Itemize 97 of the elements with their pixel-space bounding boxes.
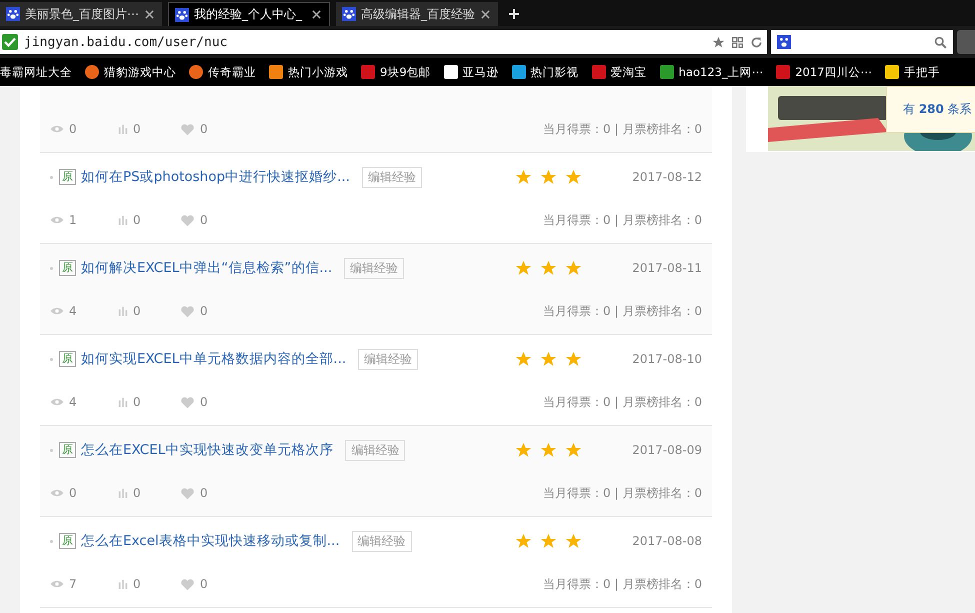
bookmark-item[interactable]: 猎豹游戏中心 [84,64,176,80]
eye-icon [50,306,64,316]
close-icon[interactable] [481,10,490,18]
read-count: 0 [133,486,142,500]
bar-chart-icon [118,306,128,316]
eye-icon [50,488,64,498]
bookmark-icon [84,64,100,80]
view-count: 4 [69,304,78,318]
bookmark-item[interactable]: 毒霸网址大全 [0,64,72,80]
close-icon[interactable] [145,10,154,18]
browser-tab[interactable]: 我的经验_个人中心_ [168,2,330,26]
heart-icon [180,304,195,318]
bookmark-item[interactable]: 9块9包邮 [360,64,431,80]
vote-summary: 当月得票：0 | 月票榜排名：0 [543,302,702,320]
original-badge: 原 [59,169,76,185]
bar-chart-icon [118,215,128,225]
view-count: 0 [69,122,78,136]
date-text: 2017-08-08 [632,534,702,548]
view-count: 1 [69,213,78,227]
refresh-icon[interactable] [750,36,763,48]
vote-summary: 当月得票：0 | 月票榜排名：0 [543,120,702,138]
bookmark-item[interactable]: 爱淘宝 [590,64,647,80]
vote-summary: 当月得票：0 | 月票榜排名：0 [543,576,702,592]
bookmark-item[interactable]: 手把手 [884,64,940,80]
date-text: 2017-08-12 [632,170,702,184]
date-text: 2017-08-10 [632,352,702,366]
bookmark-item[interactable]: 传奇霸业 [188,64,256,80]
bar-chart-icon [118,488,128,498]
check-icon [2,34,18,50]
like-count: 0 [200,577,209,591]
view-count: 0 [69,486,78,500]
original-badge: 原 [59,351,76,367]
new-tab-icon[interactable] [508,8,520,20]
view-count: 4 [69,395,78,409]
original-badge: 原 [59,260,76,276]
original-badge: 原 [59,442,76,458]
bookmark-icon [442,64,459,80]
bookmark-item[interactable]: 亚马逊 [442,64,499,80]
article-link[interactable]: 怎么在Excel表格中实现快速移动或复制... [81,532,340,550]
bookmark-icon [590,64,607,80]
date-text: 2017-08-09 [632,443,702,457]
like-count: 0 [200,304,209,318]
like-count: 0 [200,122,209,136]
paw-icon [6,7,20,21]
heart-icon [180,486,195,500]
read-count: 0 [133,395,142,409]
bookmark-icon [658,64,675,80]
bar-chart-icon [118,124,128,134]
bookmark-item[interactable]: 热门影视 [510,64,579,80]
date-text: 2017-08-11 [632,261,702,275]
browser-tab[interactable]: 高级编辑器_百度经验 [336,2,498,26]
heart-icon [180,214,195,226]
bookmark-icon [884,64,900,80]
article-link[interactable]: 如何解决EXCEL中弹出“信息检索”的信... [81,259,332,277]
bookmark-item[interactable]: 热门小游戏 [268,64,348,80]
read-count: 0 [133,213,142,227]
paw-icon [342,7,356,21]
bookmark-icon [510,64,527,80]
read-count: 0 [133,122,142,136]
search-icon[interactable] [934,36,947,48]
view-count: 7 [69,577,78,591]
eye-icon [50,124,64,134]
like-count: 0 [200,213,209,227]
bar-chart-icon [118,579,128,589]
read-count: 0 [133,577,142,591]
tooltip: 有 280 条系 [886,86,975,133]
article-link[interactable]: 如何在PS或photoshop中进行快速抠婚纱... [81,168,350,186]
original-badge: 原 [59,533,76,549]
read-count: 0 [133,304,142,318]
close-icon[interactable] [312,10,321,19]
search-field[interactable] [771,30,953,54]
heart-icon [180,578,195,590]
star-icon[interactable] [712,36,725,48]
eye-icon [50,397,64,407]
eye-icon [50,579,64,589]
paw-icon [777,35,791,49]
like-count: 0 [200,486,209,500]
bookmark-icon [775,64,792,80]
qr-code-icon[interactable] [731,36,744,48]
eye-icon [50,215,64,225]
bookmark-icon [360,64,376,80]
like-count: 0 [200,395,209,409]
article-link[interactable]: 怎么在EXCEL中实现快速改变单元格次序 [81,441,334,459]
bar-chart-icon [118,397,128,407]
heart-icon [180,396,195,408]
article-link[interactable]: 如何实现EXCEL中单元格数据内容的全部... [81,350,346,368]
bookmark-icon [188,64,204,80]
bookmark-item[interactable]: hao123_上网⋯ [658,64,764,80]
paw-icon [175,8,189,22]
bookmark-item[interactable]: 2017四川公⋯ [775,64,872,80]
address-field[interactable]: jingyan.baidu.com/user/nuc [0,30,767,54]
vote-summary: 当月得票：0 | 月票榜排名：0 [543,484,702,502]
browser-tab[interactable]: 美丽景色_百度图片⋯ [0,2,162,26]
vote-summary: 当月得票：0 | 月票榜排名：0 [543,212,702,228]
heart-icon [180,122,195,136]
vote-summary: 当月得票：0 | 月票榜排名：0 [543,394,702,410]
bookmark-icon [268,64,284,80]
